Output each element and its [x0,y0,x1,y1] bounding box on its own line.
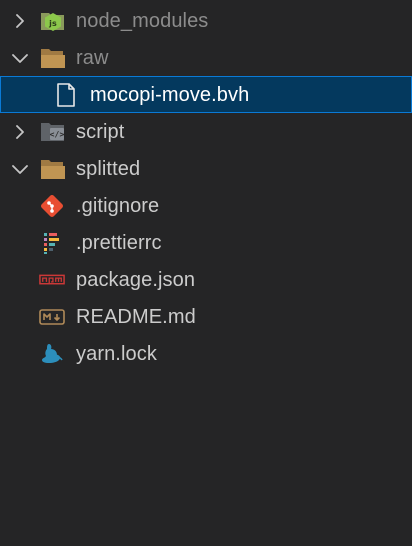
tree-item-label: .prettierrc [76,231,162,254]
tree-item-label: README.md [76,305,196,328]
tree-item-label: yarn.lock [76,342,157,365]
tree-item-label: mocopi-move.bvh [90,83,250,106]
tree-item-label: script [76,120,125,143]
folder-open-icon [40,156,66,182]
tree-item-label: node_modules [76,9,209,32]
npm-icon [39,267,65,293]
tree-item-gitignore[interactable]: .gitignore [0,187,412,224]
tree-item-raw[interactable]: raw [0,39,412,76]
tree-item-label: splitted [76,157,141,180]
tree-item-splitted[interactable]: splitted [0,150,412,187]
markdown-icon [39,304,65,330]
prettier-icon [40,230,66,256]
yarn-icon [39,341,65,367]
tree-item-node-modules[interactable]: js node_modules [0,2,412,39]
file-explorer-tree: js node_modules raw mocopi-move.bvh </> … [0,2,412,372]
tree-item-package-json[interactable]: package.json [0,261,412,298]
tree-item-label: package.json [76,268,196,291]
svg-text:js: js [48,19,57,28]
chevron-down-icon[interactable] [12,50,28,66]
script-folder-icon: </> [40,119,66,145]
chevron-right-icon[interactable] [12,13,28,29]
tree-item-label: raw [76,46,109,69]
git-icon [39,193,65,219]
chevron-right-icon[interactable] [12,124,28,140]
tree-item-mocopi-move-bvh[interactable]: mocopi-move.bvh [0,76,412,113]
tree-item-prettierrc[interactable]: .prettierrc [0,224,412,261]
tree-item-script[interactable]: </> script [0,113,412,150]
nodejs-folder-icon: js [40,8,66,34]
file-icon [53,82,79,108]
tree-item-label: .gitignore [76,194,160,217]
tree-item-yarn-lock[interactable]: yarn.lock [0,335,412,372]
tree-item-readme-md[interactable]: README.md [0,298,412,335]
folder-open-icon [40,45,66,71]
chevron-down-icon[interactable] [12,161,28,177]
svg-text:</>: </> [50,130,65,139]
